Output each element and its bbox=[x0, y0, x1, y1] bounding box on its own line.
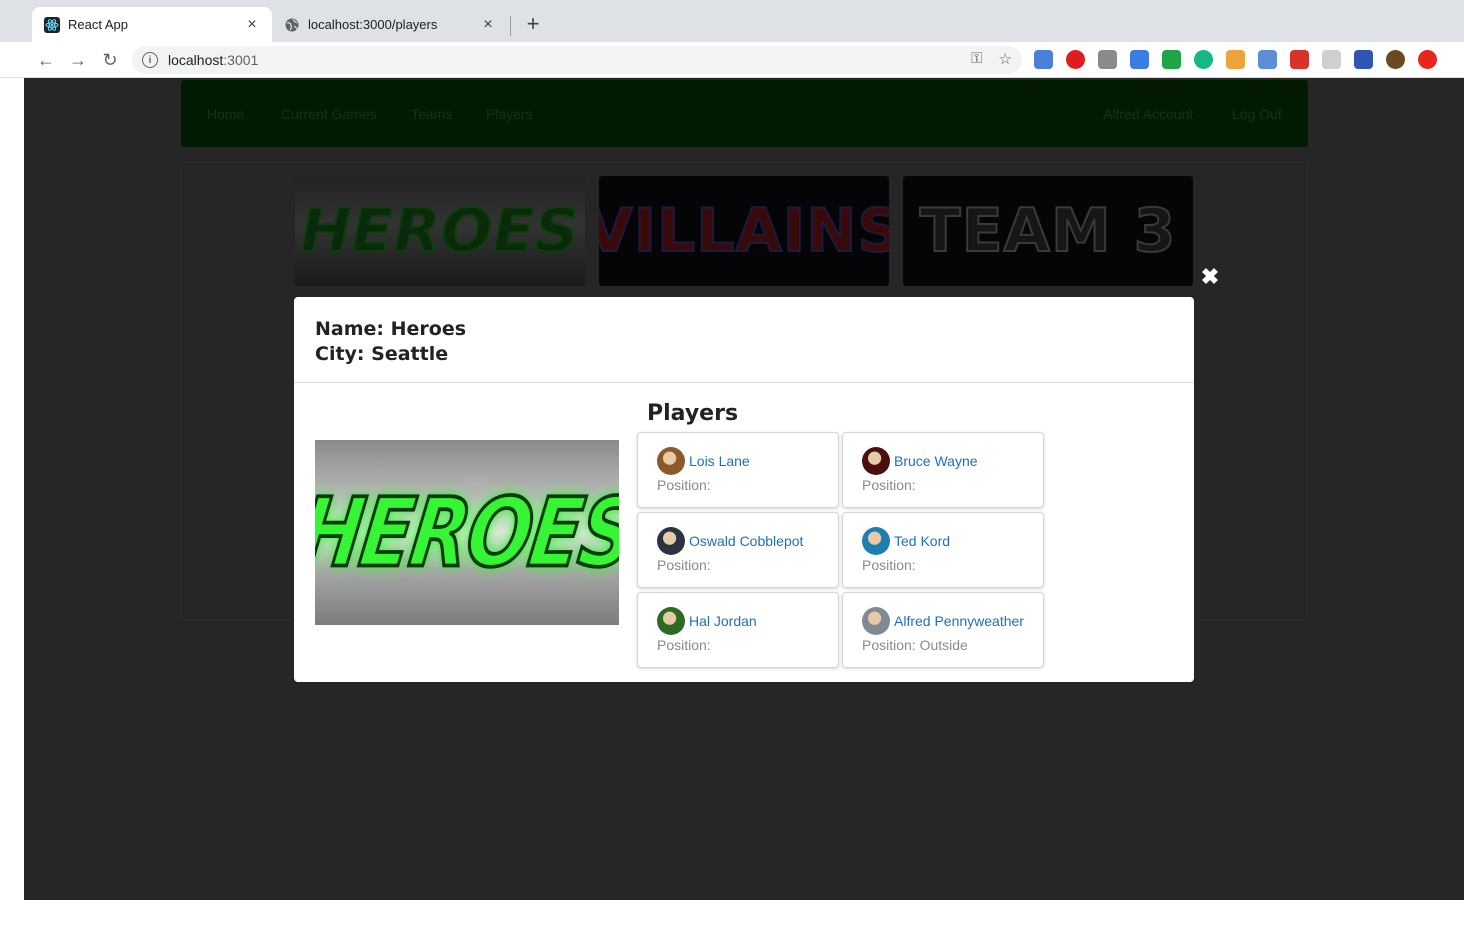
browser-toolbar: ← → ↻ i localhost:3001 ⚿ ☆ bbox=[0, 42, 1464, 78]
player-name-link[interactable]: Lois Lane bbox=[689, 453, 750, 469]
new-tab-button[interactable]: + bbox=[522, 12, 544, 36]
extension-icon[interactable] bbox=[1290, 50, 1309, 69]
globe-icon bbox=[284, 17, 300, 33]
avatar bbox=[862, 527, 890, 555]
player-card[interactable]: Ted Kord Position: bbox=[842, 512, 1044, 588]
player-card[interactable]: Oswald Cobblepot Position: bbox=[637, 512, 839, 588]
player-name-link[interactable]: Ted Kord bbox=[894, 533, 950, 549]
player-position: Position: bbox=[657, 637, 711, 653]
team-city: City: Seattle bbox=[315, 343, 449, 365]
player-card[interactable]: Bruce Wayne Position: bbox=[842, 432, 1044, 508]
team-name: Name: Heroes bbox=[315, 318, 467, 340]
team-card-villains[interactable]: VILLAINS bbox=[599, 176, 889, 286]
extension-icon[interactable] bbox=[1322, 50, 1341, 69]
avatar bbox=[862, 607, 890, 635]
close-tab-icon[interactable]: × bbox=[480, 16, 496, 34]
extension-icon[interactable] bbox=[1066, 50, 1085, 69]
address-bar[interactable]: i localhost:3001 ⚿ ☆ bbox=[132, 46, 1022, 74]
player-card[interactable]: Hal Jordan Position: bbox=[637, 592, 839, 668]
reload-button[interactable]: ↻ bbox=[98, 48, 122, 72]
key-icon[interactable]: ⚿ bbox=[971, 50, 982, 68]
url-port: :3001 bbox=[223, 52, 259, 68]
player-name-link[interactable]: Oswald Cobblepot bbox=[689, 533, 803, 549]
tab-players[interactable]: localhost:3000/players × bbox=[272, 7, 508, 42]
player-position: Position: Outside bbox=[862, 637, 968, 653]
site-info-icon[interactable]: i bbox=[142, 52, 158, 68]
tab-label: React App bbox=[68, 17, 128, 32]
url-host: localhost bbox=[168, 52, 224, 68]
react-icon bbox=[44, 16, 60, 33]
back-button[interactable]: ← bbox=[34, 48, 58, 72]
extension-icon[interactable] bbox=[1418, 50, 1437, 69]
team-logo-text: HEROES bbox=[315, 475, 619, 590]
browser-tab-bar: React App × localhost:3000/players × + bbox=[0, 0, 1464, 42]
team-modal: Name: Heroes City: Seattle HEROES Player… bbox=[294, 297, 1194, 682]
nav-account[interactable]: Alfred Account bbox=[1103, 106, 1193, 122]
nav-teams[interactable]: Teams bbox=[411, 106, 452, 122]
player-position: Position: bbox=[862, 557, 916, 573]
extensions-area bbox=[1034, 50, 1437, 69]
bookmark-star-icon[interactable]: ☆ bbox=[999, 50, 1012, 68]
extension-icon[interactable] bbox=[1386, 50, 1405, 69]
nav-current-games[interactable]: Current Games bbox=[281, 106, 377, 122]
nav-log-out[interactable]: Log Out bbox=[1232, 106, 1282, 122]
team-card-team-3[interactable]: TEAM 3 bbox=[903, 176, 1193, 286]
tab-separator bbox=[510, 16, 511, 36]
tab-label: localhost:3000/players bbox=[308, 17, 438, 32]
extension-icon[interactable] bbox=[1130, 50, 1149, 69]
avatar bbox=[862, 447, 890, 475]
player-card[interactable]: Alfred Pennyweather Position: Outside bbox=[842, 592, 1044, 668]
extension-icon[interactable] bbox=[1162, 50, 1181, 69]
extension-icon[interactable] bbox=[1194, 50, 1213, 69]
avatar bbox=[657, 607, 685, 635]
app-viewport: Home Current Games Teams Players Alfred … bbox=[24, 78, 1464, 900]
player-position: Position: bbox=[862, 477, 916, 493]
modal-header: Name: Heroes City: Seattle bbox=[294, 297, 1194, 383]
player-position: Position: bbox=[657, 477, 711, 493]
player-position: Position: bbox=[657, 557, 711, 573]
players-heading: Players bbox=[647, 401, 739, 426]
extension-icon[interactable] bbox=[1034, 50, 1053, 69]
extension-icon[interactable] bbox=[1258, 50, 1277, 69]
player-name-link[interactable]: Bruce Wayne bbox=[894, 453, 978, 469]
avatar bbox=[657, 527, 685, 555]
nav-players[interactable]: Players bbox=[486, 106, 533, 122]
nav-home[interactable]: Home bbox=[207, 106, 244, 122]
team-card-heroes[interactable]: HEROES bbox=[295, 176, 585, 286]
extension-icon[interactable] bbox=[1354, 50, 1373, 69]
player-name-link[interactable]: Hal Jordan bbox=[689, 613, 757, 629]
player-name-link[interactable]: Alfred Pennyweather bbox=[894, 613, 1024, 629]
tab-react-app[interactable]: React App × bbox=[32, 7, 272, 42]
team-logo-image: HEROES bbox=[315, 440, 619, 625]
extension-icon[interactable] bbox=[1098, 50, 1117, 69]
app-navbar: Home Current Games Teams Players Alfred … bbox=[181, 80, 1308, 147]
forward-button[interactable]: → bbox=[66, 48, 90, 72]
player-card[interactable]: Lois Lane Position: bbox=[637, 432, 839, 508]
modal-close-icon[interactable]: ✖ bbox=[1200, 265, 1220, 289]
close-tab-icon[interactable]: × bbox=[244, 16, 260, 34]
extension-icon[interactable] bbox=[1226, 50, 1245, 69]
avatar bbox=[657, 447, 685, 475]
